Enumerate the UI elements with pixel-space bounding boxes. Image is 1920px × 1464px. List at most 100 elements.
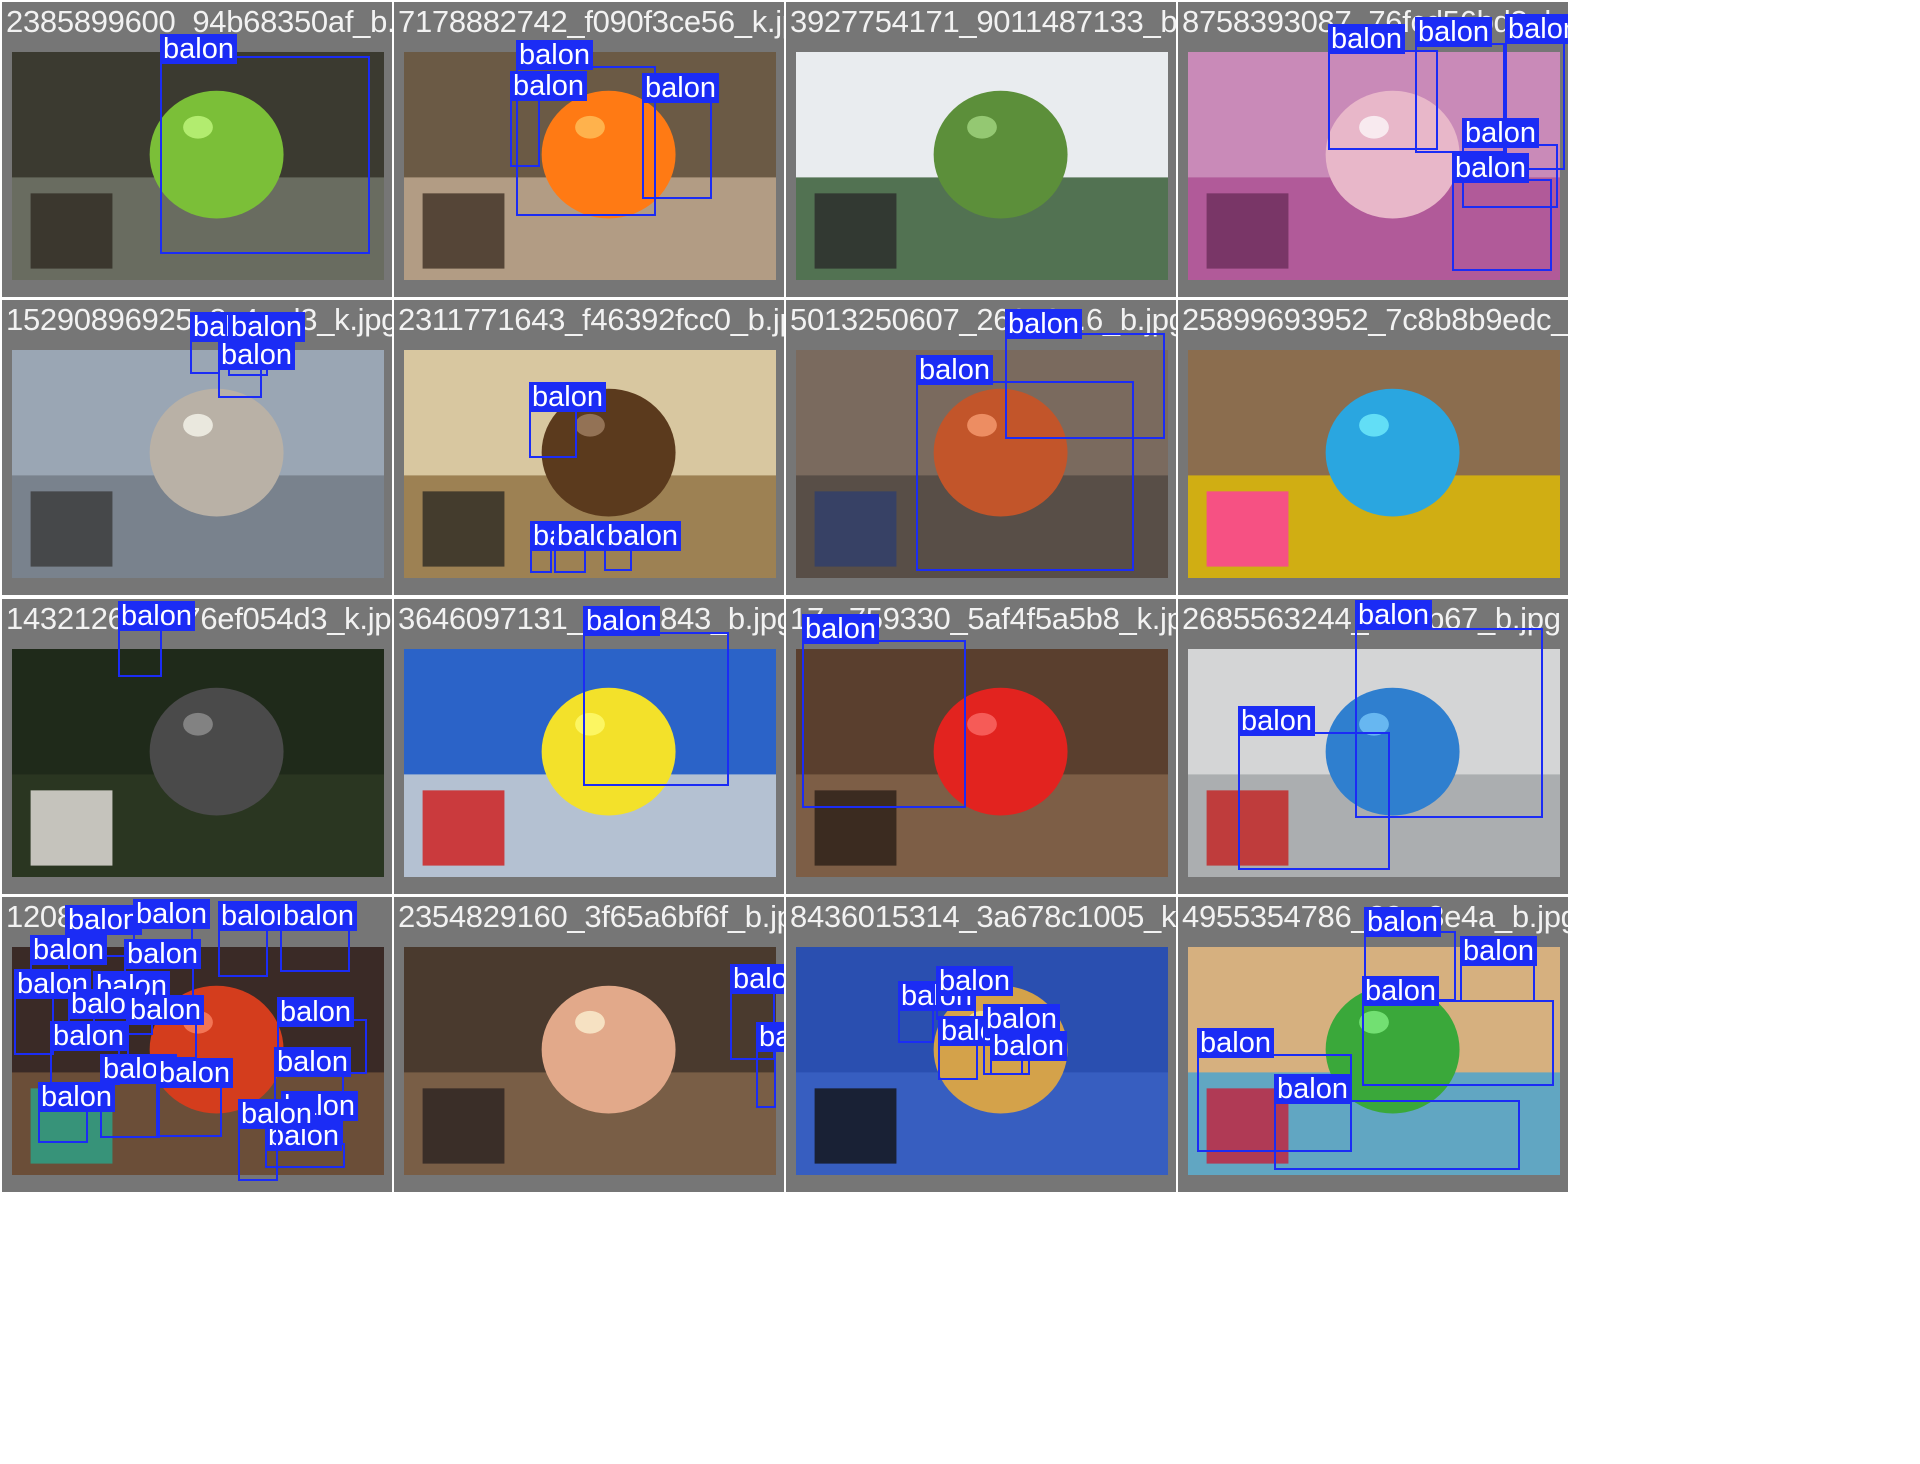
scene-balloon-highlight: [183, 413, 213, 437]
detection-label: balon: [802, 614, 879, 644]
detection-label: balon: [510, 71, 587, 101]
scene-foreground-shape: [1206, 193, 1289, 269]
tile-filename: 2311771643_f46392fcc0_b.jpg: [398, 302, 784, 337]
detection-box: [118, 627, 162, 677]
detection-label: balon: [990, 1031, 1067, 1061]
scene-balloon-highlight: [183, 712, 213, 736]
scene-balloon-shape: [1325, 388, 1460, 517]
detection-box: [238, 1121, 278, 1181]
detection-box: [160, 56, 370, 254]
detection-box: [583, 632, 729, 786]
detection-box: [756, 1048, 776, 1108]
tile-photo: [404, 947, 776, 1175]
scene-foreground-shape: [422, 1088, 505, 1164]
image-tile: 1208...pgbalonbalonbalonbalonbalonbalonb…: [2, 897, 392, 1192]
scene-foreground-shape: [1206, 491, 1289, 567]
detection-label: balon: [218, 340, 295, 370]
detection-box: [916, 381, 1134, 571]
detection-label: balon: [1362, 976, 1439, 1006]
detection-box: [1274, 1100, 1520, 1170]
detection-label: balon: [160, 34, 237, 64]
detection-box: [280, 927, 350, 972]
tile-filename: 14321263...b76ef054d3_k.jpg: [6, 601, 392, 636]
detection-label: balon: [238, 1099, 315, 1129]
detection-box: [802, 640, 966, 808]
photo-scene: [796, 52, 1168, 280]
tile-filename: 25899693952_7c8b8b9edc_k.jpg: [1182, 302, 1568, 337]
detection-label: balon: [274, 1047, 351, 1077]
detection-box: [642, 99, 712, 199]
scene-balloon-shape: [933, 90, 1068, 219]
image-tile: 5013250607_26350...6_b.jpg balon balon: [786, 300, 1176, 595]
detection-label: balon: [1355, 600, 1432, 630]
tile-filename: 7178882742_f090f3ce56_k.jpg: [398, 4, 784, 39]
detection-label: balon: [65, 905, 142, 935]
detection-label: balon: [642, 73, 719, 103]
scene-foreground-shape: [30, 491, 113, 567]
detection-label: balon: [1197, 1028, 1274, 1058]
detection-label: balon: [1452, 153, 1529, 183]
detection-label: balon: [1328, 24, 1405, 54]
detection-label: balon: [604, 521, 681, 551]
detection-box: [1238, 732, 1390, 870]
image-tile: 3927754171_9011487133_b.jpg: [786, 2, 1176, 297]
photo-scene: [1188, 350, 1560, 578]
photo-scene: [12, 649, 384, 877]
detection-label: balon: [156, 1058, 233, 1088]
detection-label: balon: [50, 1021, 127, 1051]
detection-label: balon: [516, 40, 593, 70]
image-tile: 3646097131_e3...5843_b.jpgbalon: [394, 599, 784, 894]
tile-photo: [1188, 350, 1560, 578]
detection-label: balon: [1505, 14, 1568, 44]
detection-label: balon: [228, 312, 305, 342]
image-tile: 2311771643_f46392fcc0_b.jpg balon balon bal…: [394, 300, 784, 595]
scene-balloon-highlight: [575, 1010, 605, 1034]
scene-balloon-shape: [149, 388, 284, 517]
detection-box: [218, 927, 268, 977]
detection-label: balon: [118, 601, 195, 631]
scene-foreground-shape: [814, 1088, 897, 1164]
scene-balloon-shape: [149, 687, 284, 816]
detection-label: balon: [1462, 118, 1539, 148]
detection-box: [1460, 962, 1535, 1002]
scene-foreground-shape: [814, 491, 897, 567]
detection-label: balon: [529, 382, 606, 412]
scene-foreground-shape: [814, 193, 897, 269]
image-mosaic: 2385899600_94b68350af_b.jpgbalon71788827…: [0, 0, 1920, 1464]
detection-label: balon: [1415, 17, 1492, 47]
image-tile: 17...759330_5af4f5a5b8_k.jpg balon: [786, 599, 1176, 894]
scene-foreground-shape: [422, 491, 505, 567]
scene-foreground-shape: [422, 193, 505, 269]
detection-label: balon: [1005, 309, 1082, 339]
detection-box: [529, 408, 577, 458]
detection-label: balon: [936, 966, 1013, 996]
image-tile: 14321263...b76ef054d3_k.jpg balon: [2, 599, 392, 894]
scene-balloon-highlight: [967, 115, 997, 139]
image-tile: 2385899600_94b68350af_b.jpgbalon: [2, 2, 392, 297]
scene-balloon-highlight: [967, 712, 997, 736]
detection-box: [1452, 179, 1552, 271]
detection-label: balon: [916, 355, 993, 385]
detection-label: balon: [756, 1022, 784, 1052]
detection-label: balon: [30, 935, 107, 965]
scene-balloon-highlight: [1359, 413, 1389, 437]
photo-scene: [12, 350, 384, 578]
detection-box: [14, 993, 54, 1055]
scene-balloon-shape: [541, 985, 676, 1114]
detection-label: balon: [280, 901, 357, 931]
tile-filename: 2354829160_3f65a6bf6f_b.jpg: [398, 899, 784, 934]
image-tile: 2354829160_3f65a6bf6f_b.jpgbalon balon: [394, 897, 784, 1192]
scene-foreground-shape: [30, 193, 113, 269]
detection-box: [510, 97, 540, 167]
detection-label: balon: [277, 997, 354, 1027]
image-tile: 7178882742_f090f3ce56_k.jpg balon balon bal…: [394, 2, 784, 297]
image-tile: 4955354786_33...8e4a_b.jpgbalonbalonbalo…: [1178, 897, 1568, 1192]
detection-label: balon: [38, 1082, 115, 1112]
detection-label: balon: [1460, 936, 1537, 966]
tile-photo: [12, 649, 384, 877]
image-tile: 15290896925_8c4...d3_k.jpgbalonbalonbalo…: [2, 300, 392, 595]
detection-label: balon: [1238, 706, 1315, 736]
scene-foreground-shape: [30, 790, 113, 866]
tile-filename: 8436015314_3a678c1005_k.jpg: [790, 899, 1176, 934]
image-tile: 8758393087_76fcd56bd3_k.jpg balon balon bal…: [1178, 2, 1568, 297]
